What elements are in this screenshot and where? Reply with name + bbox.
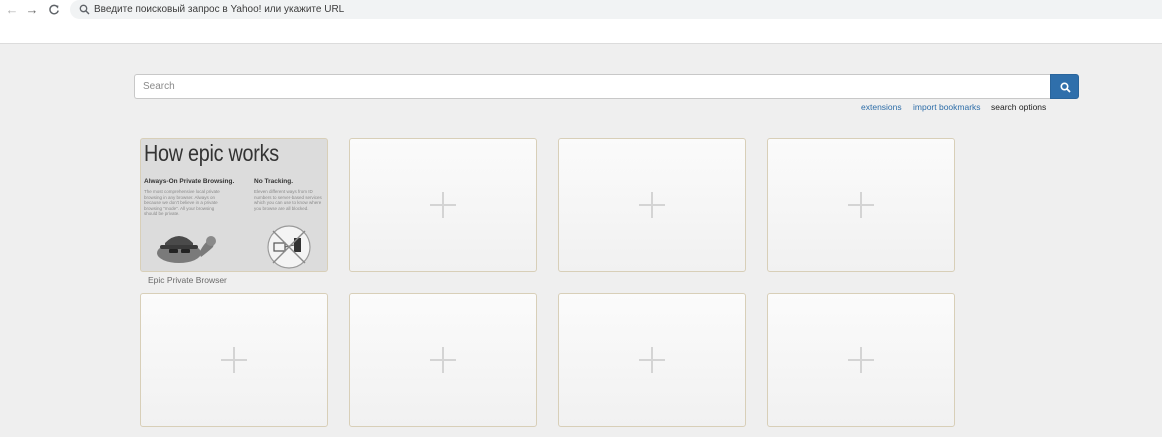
add-plus-icon [430, 347, 456, 373]
speed-dial-empty-tile[interactable] [349, 138, 537, 272]
tile-title-label: Epic Private Browser [148, 275, 227, 285]
address-bar-placeholder: Введите поисковый запрос в Yahoo! или ук… [94, 4, 345, 15]
speed-dial-empty-tile[interactable] [349, 293, 537, 427]
search-icon [1060, 82, 1071, 93]
search-bar [134, 74, 1079, 99]
add-plus-icon [639, 192, 665, 218]
speed-dial-empty-tile[interactable] [767, 138, 955, 272]
speed-dial-tile-epic[interactable]: How epic works Always-On Private Browsin… [140, 138, 328, 272]
reload-icon[interactable] [45, 2, 63, 18]
add-plus-icon [430, 192, 456, 218]
spy-mascot-icon [157, 236, 216, 263]
add-plus-icon [848, 192, 874, 218]
address-bar[interactable]: Введите поисковый запрос в Yahoo! или ук… [70, 0, 1162, 19]
search-options-link[interactable]: search options [991, 102, 1046, 112]
speed-dial-empty-tile[interactable] [140, 293, 328, 427]
search-input[interactable] [134, 74, 1051, 99]
no-tracking-icon [267, 225, 311, 269]
back-arrow-icon[interactable]: ← [3, 2, 21, 18]
tile-heading: How epic works [144, 140, 279, 166]
tile-subhead: Always-On Private Browsing. [144, 178, 235, 185]
add-plus-icon [221, 347, 247, 373]
browser-toolbar: ← → Введите поисковый запрос в Yahoo! ил… [0, 0, 1162, 44]
add-plus-icon [639, 347, 665, 373]
search-button[interactable] [1050, 74, 1079, 99]
tile-body-text: The most comprehensive local private bro… [144, 189, 220, 216]
tile-body-text: Eleven different ways from ID numbers to… [254, 189, 322, 211]
tile-subhead: No Tracking. [254, 178, 294, 185]
import-bookmarks-link[interactable]: import bookmarks [913, 102, 981, 112]
extensions-link[interactable]: extensions [861, 102, 902, 112]
speed-dial-empty-tile[interactable] [558, 138, 746, 272]
speed-dial-empty-tile[interactable] [558, 293, 746, 427]
search-icon [79, 4, 90, 15]
forward-arrow-icon[interactable]: → [23, 2, 41, 18]
add-plus-icon [848, 347, 874, 373]
speed-dial-empty-tile[interactable] [767, 293, 955, 427]
